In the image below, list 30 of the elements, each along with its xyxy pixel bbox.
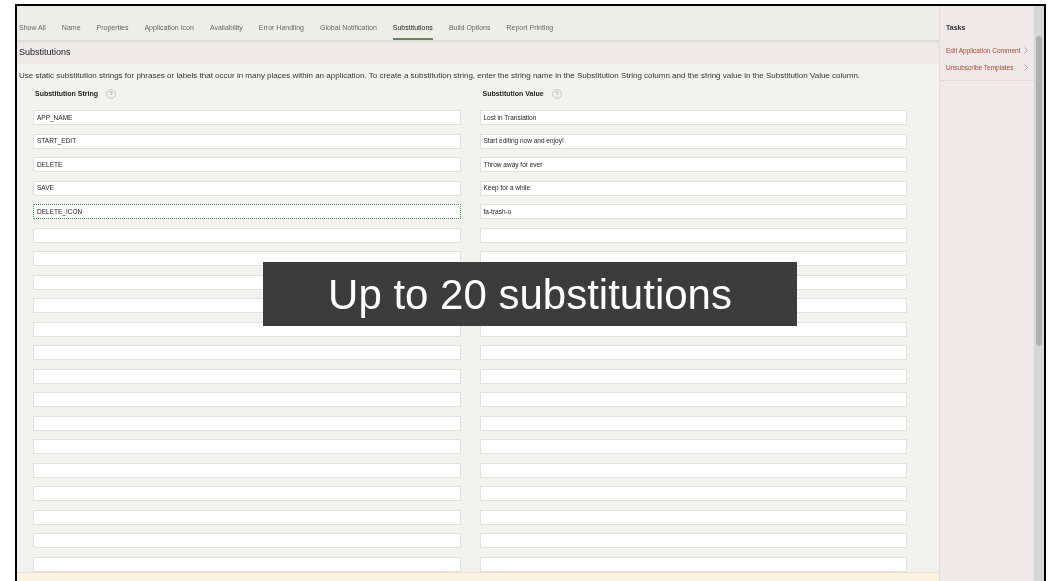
text-field[interactable]: [479, 227, 907, 243]
text-field[interactable]: [33, 392, 461, 407]
text-field[interactable]: [33, 509, 461, 525]
text-field[interactable]: [33, 415, 461, 431]
scrollbar-thumb[interactable]: [1036, 36, 1042, 346]
text-field[interactable]: [479, 509, 907, 525]
text-field[interactable]: [479, 368, 907, 384]
chevron-right-icon: [1024, 64, 1028, 71]
text-field[interactable]: [33, 556, 461, 572]
text-field[interactable]: [479, 415, 907, 431]
help-icon[interactable]: [551, 89, 562, 99]
text-field[interactable]: [33, 368, 461, 384]
chevron-right-icon: [1024, 47, 1028, 54]
region-title: Substitutions: [19, 46, 71, 60]
text-field[interactable]: [33, 227, 461, 243]
help-icon[interactable]: [106, 89, 116, 99]
text-field[interactable]: [479, 556, 907, 572]
text-field[interactable]: [479, 439, 907, 454]
text-field[interactable]: [479, 345, 907, 360]
text-field[interactable]: [479, 486, 907, 501]
description: Use static substitution strings for phrases or labels that occur in many places within an application. To create a substitution string, enter the string name in the Substitution String column and the string value in the Substitution Value column.: [19, 70, 862, 82]
text-field[interactable]: [33, 462, 461, 478]
text-field[interactable]: [33, 533, 461, 548]
text-field[interactable]: [33, 345, 461, 360]
caption-toast: Up to 20 substitutions: [263, 262, 797, 326]
text-field[interactable]: [479, 533, 907, 548]
text-field[interactable]: [479, 392, 907, 407]
text-field[interactable]: [33, 439, 461, 454]
text-field[interactable]: [479, 462, 907, 478]
text-field[interactable]: [33, 486, 461, 501]
